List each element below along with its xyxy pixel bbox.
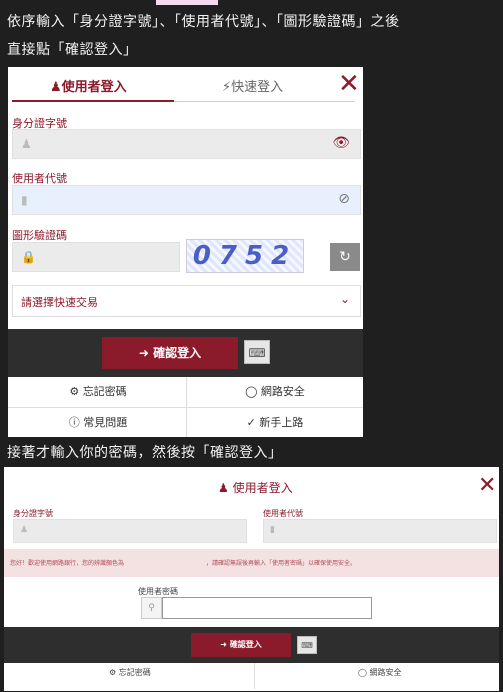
- confirm-login-button[interactable]: ➜ 確認登入: [102, 337, 238, 369]
- network-security-link-2[interactable]: ◯ 網路安全: [358, 667, 402, 678]
- chevron-down-icon: ⌄: [339, 292, 350, 306]
- id-number-input[interactable]: ♟ 👁: [12, 129, 361, 159]
- user-icon: ♟: [50, 80, 62, 95]
- tab-divider: [174, 101, 354, 102]
- eye-off-icon[interactable]: ⊘: [338, 191, 350, 207]
- key-icon: ⚲: [141, 597, 162, 619]
- keyboard-icon[interactable]: ⌨: [244, 340, 270, 364]
- confirm-login-label-2: 確認登入: [229, 640, 262, 649]
- links-divider-2: [254, 663, 255, 689]
- security-notice: 您好！歡迎使用網路銀行，您的辨識顏色為 ，請確認無誤後再輸入「使用者密碼」以確保…: [4, 549, 499, 577]
- password-label: 使用者密碼: [138, 587, 178, 596]
- instruction-caption-1b: 直接點「確認登入」: [7, 42, 138, 58]
- bolt-icon: ⚡: [222, 80, 232, 95]
- user-code-input[interactable]: ▮ ⊘: [12, 185, 361, 215]
- forgot-password-link[interactable]: ⚙ 忘記密碼: [10, 377, 186, 407]
- instruction-caption-1: 依序輸入「身分證字號」、「使用者代號」、「圖形驗證碼」之後: [7, 14, 400, 30]
- close-icon[interactable]: ✕: [338, 71, 360, 97]
- check-circle-icon: ✓: [246, 416, 256, 429]
- forgot-password-link-2[interactable]: ⚙ 忘記密碼: [109, 667, 151, 678]
- login-panel-2: ♟ 使用者登入 ✕ 身分證字號 ♟ 使用者代號 ▮ 您好！歡迎使用網路銀行，您的…: [4, 467, 499, 691]
- refresh-captcha-icon[interactable]: ↻: [330, 243, 360, 271]
- login-panel-1: ♟使用者登入 ⚡快速登入 ✕ 身分證字號 ♟ 👁 使用者代號 ▮ ⊘ 圖形驗證碼…: [8, 67, 363, 437]
- password-dialog-title-text: 使用者登入: [232, 481, 293, 495]
- sign-in-icon: ➜: [138, 346, 149, 360]
- new-user-guide-label: 新手上路: [259, 416, 304, 429]
- tab-quick-login-label: 快速登入: [231, 80, 284, 95]
- faq-link[interactable]: ⓘ 常見問題: [10, 408, 186, 438]
- forgot-password-label-2: 忘記密碼: [118, 668, 151, 677]
- notice-left-text: 您好！歡迎使用網路銀行，您的辨識顏色為: [10, 560, 125, 567]
- quick-trade-select[interactable]: 請選擇快速交易 ⌄: [12, 285, 361, 317]
- bookmark-icon: ▮: [270, 525, 275, 535]
- eye-icon[interactable]: 👁: [332, 135, 350, 151]
- captcha-label: 圖形驗證碼: [12, 229, 67, 242]
- captcha-input[interactable]: 🔒: [12, 242, 180, 272]
- id-number-label-2: 身分證字號: [13, 509, 53, 518]
- tab-user-login[interactable]: ♟使用者登入: [50, 76, 127, 95]
- faq-label: 常見問題: [83, 416, 128, 429]
- new-user-guide-link[interactable]: ✓ 新手上路: [187, 408, 363, 438]
- instruction-caption-2: 接著才輸入你的密碼，然後按「確認登入」: [7, 445, 283, 461]
- sign-in-icon: ➜: [220, 640, 227, 649]
- notice-right-text: ，請確認無誤後再輸入「使用者密碼」以確保使用安全。: [206, 560, 357, 567]
- captcha-image: 0752: [186, 239, 304, 273]
- user-code-label-2: 使用者代號: [263, 509, 303, 518]
- person-icon: ♟: [21, 137, 32, 151]
- password-dialog-title: ♟ 使用者登入: [218, 479, 293, 496]
- tab-quick-login[interactable]: ⚡快速登入: [222, 76, 283, 95]
- quick-trade-placeholder: 請選擇快速交易: [21, 296, 98, 309]
- question-icon: ⓘ: [68, 416, 80, 429]
- lock-icon: 🔒: [21, 250, 36, 264]
- close-icon[interactable]: ✕: [478, 475, 496, 497]
- shield-icon: ◯: [245, 385, 258, 398]
- help-circle-icon: ⚙: [109, 668, 117, 677]
- user-code-readonly: ▮: [263, 519, 497, 543]
- id-number-readonly: ♟: [13, 519, 247, 543]
- keyboard-icon[interactable]: ⌨: [297, 636, 317, 654]
- forgot-password-label: 忘記密碼: [82, 385, 127, 398]
- active-tab-underline: [12, 100, 174, 102]
- tab-user-login-label: 使用者登入: [61, 80, 127, 95]
- shield-icon: ◯: [358, 668, 367, 677]
- top-image-strip: [156, 0, 218, 5]
- login-tabs: ♟使用者登入 ⚡快速登入 ✕: [8, 67, 363, 105]
- confirm-login-label: 確認登入: [153, 346, 202, 360]
- confirm-login-button-2[interactable]: ➜ 確認登入: [191, 633, 291, 657]
- user-code-label: 使用者代號: [12, 172, 67, 185]
- person-icon: ♟: [20, 525, 29, 535]
- user-outline-icon: ♟: [218, 481, 229, 495]
- help-circle-icon: ⚙: [69, 385, 80, 398]
- network-security-label-2: 網路安全: [369, 668, 402, 677]
- network-security-link[interactable]: ◯ 網路安全: [187, 377, 363, 407]
- bookmark-icon: ▮: [21, 193, 28, 207]
- network-security-label: 網路安全: [260, 385, 305, 398]
- password-input[interactable]: [162, 597, 372, 619]
